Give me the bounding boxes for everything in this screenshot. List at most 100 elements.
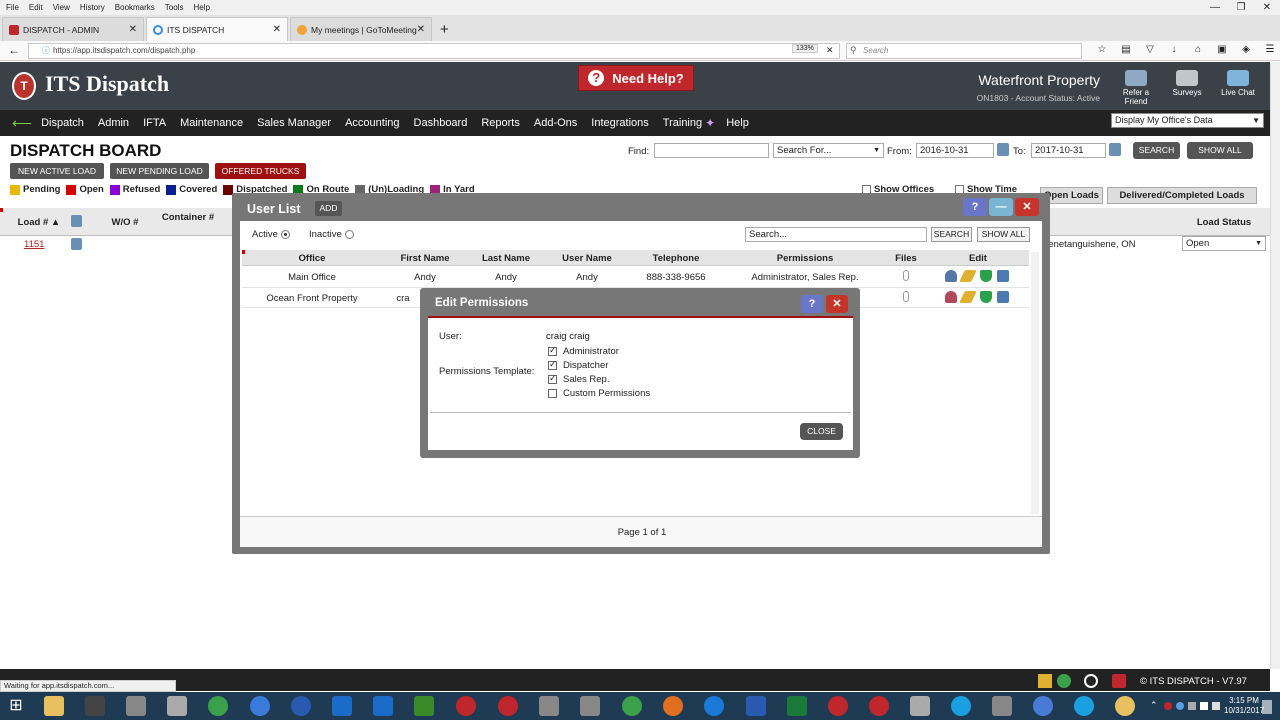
find-input[interactable] — [654, 143, 769, 158]
firefox-icon[interactable] — [663, 696, 683, 716]
close-tab-icon[interactable]: ✕ — [273, 24, 281, 35]
chrome-icon[interactable] — [622, 696, 642, 716]
menu-help[interactable]: Help — [193, 3, 209, 12]
minimize-icon[interactable]: — — [989, 198, 1013, 216]
paperclip-icon[interactable] — [903, 270, 909, 281]
skype-business-icon[interactable] — [291, 696, 311, 716]
pocket-icon[interactable]: ▽ — [1138, 44, 1162, 55]
menu-bookmarks[interactable]: Bookmarks — [115, 3, 155, 12]
file-explorer-icon[interactable] — [44, 696, 64, 716]
col-user-name[interactable]: User Name — [546, 253, 628, 264]
tray-icon[interactable] — [1164, 702, 1172, 710]
flower-app-icon[interactable] — [1115, 696, 1135, 716]
close-tab-icon[interactable]: ✕ — [417, 24, 425, 35]
back-arrow-icon[interactable]: ⟵ — [12, 115, 32, 132]
crosshair-icon[interactable] — [1084, 674, 1098, 688]
inactive-radio[interactable]: Inactive — [309, 229, 354, 240]
taskbar-clock[interactable]: 3:15 PM 10/31/2017 — [1224, 696, 1264, 716]
printer-icon[interactable] — [126, 696, 146, 716]
calculator-app-icon[interactable] — [992, 696, 1012, 716]
stop-loading-icon[interactable]: ✕ — [826, 45, 834, 56]
user-profile-icon[interactable] — [945, 270, 957, 282]
permission-sales-rep[interactable]: Sales Rep. — [548, 373, 609, 385]
home-icon[interactable]: ⌂ — [1186, 44, 1210, 55]
active-radio[interactable]: Active — [252, 229, 290, 240]
load-status-select[interactable]: Open ▼ — [1182, 236, 1266, 251]
skype-icon[interactable] — [951, 696, 971, 716]
pen-tool-icon[interactable] — [910, 696, 930, 716]
its-dispatch-app-icon[interactable] — [828, 696, 848, 716]
new-tab-icon[interactable]: + — [440, 19, 449, 41]
col-telephone[interactable]: Telephone — [628, 253, 724, 264]
word-icon[interactable] — [746, 696, 766, 716]
col-load-status[interactable]: Load Status — [1182, 217, 1266, 228]
browser-tab-its-dispatch[interactable]: ITS DISPATCH ✕ — [146, 17, 288, 41]
shield-permissions-icon[interactable] — [980, 291, 992, 303]
shield-permissions-icon[interactable] — [980, 270, 992, 282]
livepoint-icon[interactable] — [1112, 674, 1126, 688]
its-dispatch-logo-icon[interactable]: T — [12, 72, 36, 100]
app-logo-text[interactable]: ITS Dispatch — [45, 71, 169, 97]
close-icon[interactable]: ✕ — [826, 295, 848, 313]
to-date-input[interactable]: 2017-10-31 — [1031, 143, 1106, 158]
restore-window-icon[interactable]: ❐ — [1228, 0, 1254, 15]
calculator-icon[interactable] — [71, 238, 82, 250]
volume-icon[interactable] — [1212, 702, 1220, 710]
archive-icon[interactable] — [167, 696, 187, 716]
nav-integrations[interactable]: Integrations — [591, 117, 648, 129]
permission-custom[interactable]: Custom Permissions — [548, 388, 650, 399]
extension-puzzle-icon[interactable]: ◈ — [1234, 44, 1258, 55]
permission-administrator[interactable]: Administrator — [548, 345, 619, 357]
browser-tab-dispatch-admin[interactable]: DISPATCH - ADMIN ✕ — [2, 17, 144, 41]
help-icon[interactable]: ? — [801, 295, 823, 313]
nav-admin[interactable]: Admin — [98, 117, 129, 129]
user-search-button[interactable]: SEARCH — [931, 227, 972, 242]
id-card-icon[interactable] — [997, 270, 1009, 282]
load-number-link[interactable]: 1151 — [24, 239, 44, 250]
col-wo-number[interactable]: W/O # — [100, 217, 150, 228]
nav-maintenance[interactable]: Maintenance — [180, 117, 243, 129]
menu-tools[interactable]: Tools — [165, 3, 184, 12]
close-button[interactable]: CLOSE — [800, 423, 843, 440]
minimize-window-icon[interactable]: — — [1202, 0, 1228, 15]
settings-gear-icon[interactable] — [250, 696, 270, 716]
calculator-icon[interactable] — [71, 215, 82, 227]
bookmark-star-icon[interactable]: ☆ — [1090, 44, 1114, 55]
calendar-icon[interactable] — [1109, 143, 1121, 156]
its-dispatch-app-icon[interactable] — [869, 696, 889, 716]
nav-accounting[interactable]: Accounting — [345, 117, 399, 129]
info-icon[interactable]: ⓘ — [42, 45, 50, 56]
page-scrollbar[interactable] — [1270, 62, 1280, 669]
new-pending-load-button[interactable]: NEW PENDING LOAD — [110, 163, 209, 179]
menu-file[interactable]: File — [6, 3, 19, 12]
col-files[interactable]: Files — [886, 253, 926, 264]
board-show-all-button[interactable]: SHOW ALL — [1187, 142, 1253, 159]
help-icon[interactable]: ? — [963, 198, 987, 216]
menu-view[interactable]: View — [53, 3, 70, 12]
tool-icon[interactable] — [580, 696, 600, 716]
close-tab-icon[interactable]: ✕ — [129, 24, 137, 35]
downloads-icon[interactable]: ↓ — [1162, 44, 1186, 55]
user-search-input[interactable]: Search... — [745, 227, 927, 242]
user-profile-icon[interactable] — [945, 291, 957, 303]
network-icon[interactable] — [1200, 702, 1208, 710]
tray-icon[interactable] — [1188, 702, 1196, 710]
search-for-select[interactable]: Search For... ▼ — [773, 143, 884, 158]
chat-app-icon[interactable] — [208, 696, 228, 716]
its-dispatch-app-icon[interactable] — [498, 696, 518, 716]
paperclip-icon[interactable] — [903, 291, 909, 302]
meeting-app-icon[interactable] — [373, 696, 393, 716]
col-load-number[interactable]: Load # ▲ — [14, 217, 64, 228]
spreadsheet-icon[interactable] — [414, 696, 434, 716]
col-first-name[interactable]: First Name — [384, 253, 466, 264]
nav-help[interactable]: Help — [726, 117, 749, 129]
zoom-level[interactable]: 133% — [792, 44, 818, 53]
reading-list-icon[interactable]: ▤ — [1114, 44, 1138, 55]
nav-sales-manager[interactable]: Sales Manager — [257, 117, 331, 129]
board-search-button[interactable]: SEARCH — [1133, 142, 1180, 159]
browser-search-input[interactable]: Search — [846, 43, 1082, 59]
office-data-select[interactable]: Display My Office's Data ▼ — [1111, 113, 1264, 128]
col-last-name[interactable]: Last Name — [466, 253, 546, 264]
accessibility-icon[interactable] — [1057, 674, 1071, 688]
refer-a-friend-button[interactable]: Refer a Friend — [1114, 70, 1158, 106]
